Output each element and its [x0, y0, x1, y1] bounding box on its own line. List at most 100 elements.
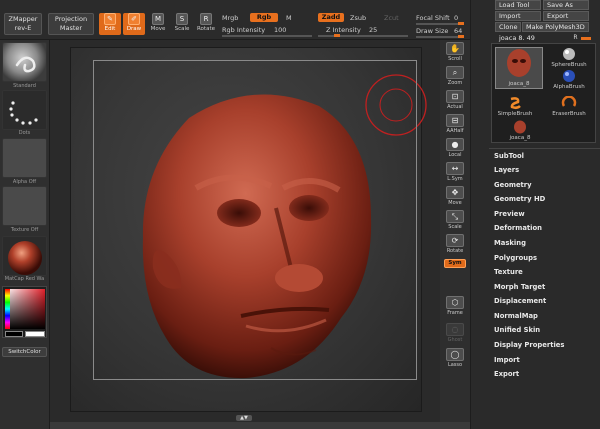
zmapper-button[interactable]: ZMapper rev-E [4, 13, 42, 35]
menu-subtool[interactable]: SubTool [494, 152, 524, 160]
tool-alphabrush[interactable]: AlphaBrush [549, 69, 589, 90]
menu-geometry-hd[interactable]: Geometry HD [494, 195, 545, 203]
menu-layers[interactable]: Layers [494, 166, 519, 174]
edit-tool-button[interactable]: ✎ Edit [99, 13, 121, 35]
load-tool-button[interactable]: Load Tool [495, 0, 541, 10]
top-toolbar: ZMapper rev-E Projection Master ✎ Edit ✐… [0, 0, 490, 40]
material-thumbnail[interactable] [2, 236, 47, 276]
mrgb-button[interactable]: Mrgb [222, 14, 238, 22]
menu-displacement[interactable]: Displacement [494, 297, 546, 305]
actual-button[interactable]: ⊡ Actual [443, 90, 467, 112]
texture-off-label: Texture Off [10, 227, 39, 233]
tool-joaca-8-small-label: joaca_8 [509, 135, 531, 141]
aahalf-button[interactable]: ⊟ AAHalf [443, 114, 467, 136]
save-as-button[interactable]: Save As [543, 0, 589, 10]
alpha-brush-icon [563, 70, 575, 82]
ghost-button[interactable]: ◌ Ghost [443, 323, 467, 345]
make-polymesh-button[interactable]: Make PolyMesh3D [522, 22, 589, 32]
tool-eraserbrush[interactable]: EraserBrush [549, 96, 589, 117]
tool-simplebrush[interactable]: SimpleBrush [495, 96, 535, 117]
zmapper-title: ZMapper [8, 15, 38, 23]
xyz-sym-button[interactable]: Sym [444, 259, 466, 268]
zoom-button[interactable]: ⌕ Zoom [443, 66, 467, 88]
color-hue-square[interactable] [5, 289, 45, 329]
menu-import[interactable]: Import [494, 356, 520, 364]
move-view-label: Move [448, 200, 462, 206]
menu-texture[interactable]: Texture [494, 268, 523, 276]
color-hue-strip[interactable] [5, 289, 10, 329]
rotate-view-icon: ⟳ [446, 234, 464, 247]
frame-button[interactable]: ⬡ Frame [443, 296, 467, 318]
projection-master-button[interactable]: Projection Master [48, 13, 94, 35]
menu-display-properties[interactable]: Display Properties [494, 341, 564, 349]
tool-r-button[interactable]: R [571, 33, 580, 42]
menu-preview[interactable]: Preview [494, 210, 525, 218]
z-intensity-knob[interactable] [334, 34, 340, 37]
edit-icon: ✎ [104, 13, 116, 25]
rotate-view-button[interactable]: ⟳ Rotate [443, 234, 467, 256]
zoom-icon: ⌕ [446, 66, 464, 79]
rotate-view-label: Rotate [446, 248, 464, 254]
draw-size-slider[interactable] [416, 36, 464, 38]
draw-size-label: Draw Size [416, 27, 449, 35]
move-view-button[interactable]: ✥ Move [443, 186, 467, 208]
projection-title: Projection [54, 15, 88, 23]
rgb-button[interactable]: Rgb [250, 13, 278, 22]
focal-shift-knob[interactable] [458, 22, 464, 25]
clone-button[interactable]: Clone [495, 22, 521, 32]
menu-polygroups[interactable]: Polygroups [494, 254, 537, 262]
tool-joaca-8[interactable]: joaca_8 [495, 47, 543, 89]
menu-export[interactable]: Export [494, 370, 519, 378]
tool-joaca-8-small[interactable]: joaca_8 [500, 120, 540, 141]
scale-tool-button[interactable]: S Scale [171, 13, 193, 35]
rotate-tool-button[interactable]: R Rotate [195, 13, 217, 35]
tool-simplebrush-label: SimpleBrush [497, 111, 533, 117]
color-picker[interactable] [2, 286, 47, 338]
lasso-button[interactable]: ◯ Lasso [443, 348, 467, 370]
scroll-button[interactable]: ✋ Scroll [443, 42, 467, 64]
scale-view-button[interactable]: ⤡ Scale [443, 210, 467, 232]
m-button[interactable]: M [286, 14, 292, 22]
draw-size-value: 64 [454, 27, 463, 35]
local-button[interactable]: ● Local [443, 138, 467, 160]
menu-deformation[interactable]: Deformation [494, 224, 542, 232]
matcap-label: MatCap Red Wa [4, 276, 45, 282]
tool-spherebrush[interactable]: SphereBrush [549, 47, 589, 68]
brush-thumbnail[interactable] [2, 42, 47, 82]
z-intensity-label: Z Intensity [326, 26, 361, 34]
lsym-button[interactable]: ↔ L.Sym [443, 162, 467, 184]
alpha-thumbnail[interactable] [2, 138, 47, 178]
z-intensity-slider[interactable] [318, 35, 408, 37]
tool-r-indicator [581, 37, 591, 40]
menu-normalmap[interactable]: NormalMap [494, 312, 538, 320]
tool-alphabrush-label: AlphaBrush [553, 84, 585, 90]
menu-geometry[interactable]: Geometry [494, 181, 532, 189]
rotate-icon: R [200, 13, 212, 25]
zoom-label: Zoom [447, 80, 463, 86]
secondary-color-swatch[interactable] [25, 331, 45, 337]
dots-stroke-icon [9, 101, 38, 125]
tool-joaca-8-label: joaca_8 [508, 81, 530, 87]
switch-color-button[interactable]: SwitchColor [2, 347, 47, 357]
texture-thumbnail[interactable] [2, 186, 47, 226]
draw-size-knob[interactable] [458, 35, 464, 38]
stroke-thumbnail[interactable] [2, 90, 47, 130]
export-tool-button[interactable]: Export [543, 11, 589, 21]
menu-morph-target[interactable]: Morph Target [494, 283, 545, 291]
menu-unified-skin[interactable]: Unified Skin [494, 326, 540, 334]
zadd-button[interactable]: Zadd [318, 13, 344, 22]
zcut-button[interactable]: Zcut [384, 14, 399, 22]
primary-color-swatch[interactable] [5, 331, 23, 337]
ghost-icon: ◌ [446, 323, 464, 336]
move-view-icon: ✥ [446, 186, 464, 199]
move-tool-button[interactable]: M Move [147, 13, 169, 35]
scroll-icon: ✋ [446, 42, 464, 55]
zsub-button[interactable]: Zsub [350, 14, 366, 22]
canvas-bottom-arrows[interactable]: ▲▼ [236, 415, 252, 421]
focal-shift-slider[interactable] [416, 23, 464, 25]
import-tool-button[interactable]: Import [495, 11, 541, 21]
lsym-icon: ↔ [446, 162, 464, 175]
menu-masking[interactable]: Masking [494, 239, 526, 247]
rgb-intensity-slider[interactable] [222, 35, 312, 37]
draw-tool-button[interactable]: ✐ Draw [123, 13, 145, 35]
